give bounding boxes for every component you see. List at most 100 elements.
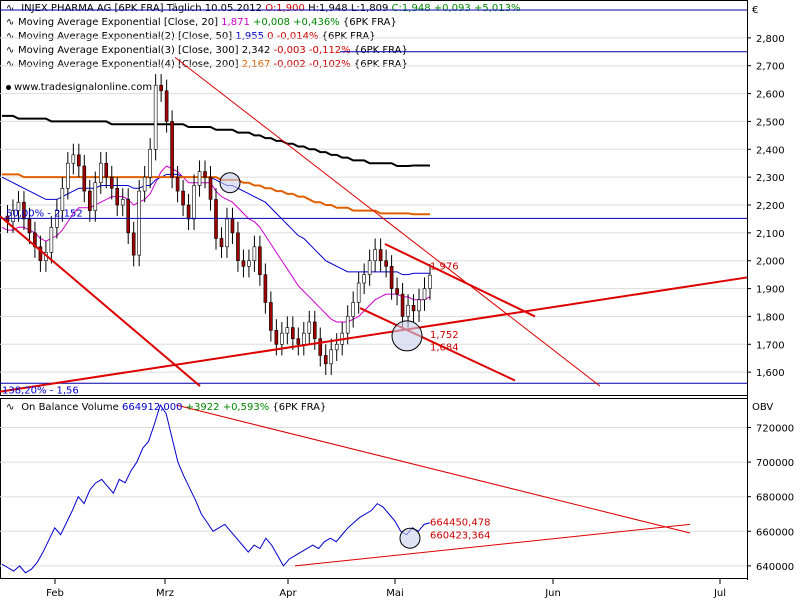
candle-body bbox=[186, 204, 191, 220]
highlight-circle bbox=[219, 172, 241, 194]
candle-body bbox=[115, 187, 120, 206]
candle-body bbox=[164, 90, 169, 122]
candle-body bbox=[395, 288, 399, 295]
watermark-text: www.tradesignalonline.com bbox=[14, 82, 153, 93]
obv-highlight-circle bbox=[399, 527, 421, 549]
obv-value: 664912,000 bbox=[122, 402, 183, 413]
x-tick-label: Jun bbox=[544, 588, 561, 599]
candle-body bbox=[236, 232, 240, 262]
y-tick-label: 1,900 bbox=[756, 285, 785, 296]
y-tick-label: 1,700 bbox=[756, 340, 785, 351]
candle-body bbox=[373, 249, 377, 262]
highlight-circle bbox=[391, 320, 423, 352]
y-tick-label: 2,200 bbox=[756, 201, 785, 212]
candle-body bbox=[87, 190, 92, 211]
candle-body bbox=[351, 302, 355, 317]
y-tick-label: 2,000 bbox=[756, 257, 785, 268]
candle-body bbox=[406, 304, 410, 317]
fib-bottom-label: 138,20% - 1,56 bbox=[2, 385, 79, 396]
price-plot-frame bbox=[0, 0, 748, 396]
y-tick-label: 1,600 bbox=[756, 368, 785, 379]
candle-body bbox=[131, 232, 136, 256]
candle-body bbox=[82, 165, 87, 192]
candle-body bbox=[203, 171, 207, 178]
candle-body bbox=[378, 249, 383, 262]
candle-body bbox=[274, 330, 279, 345]
candle-body bbox=[258, 246, 262, 275]
candle-body bbox=[159, 84, 163, 92]
candle-body bbox=[241, 260, 246, 267]
candle-body bbox=[137, 190, 141, 256]
level-1684-label: 1,684 bbox=[430, 343, 459, 354]
candle-body bbox=[170, 121, 174, 178]
obv-plot-frame bbox=[0, 398, 748, 579]
level-1752-label: 1,752 bbox=[430, 330, 459, 341]
candle-body bbox=[214, 199, 218, 239]
support-trendline bbox=[0, 276, 748, 393]
candle-body bbox=[181, 190, 185, 206]
candle-body bbox=[247, 260, 251, 267]
candle-body bbox=[356, 282, 361, 303]
candle-body bbox=[417, 299, 421, 312]
y-tick-label: 2,800 bbox=[756, 34, 785, 45]
candle-body bbox=[362, 274, 366, 284]
y-tick-label: 2,700 bbox=[756, 62, 785, 73]
candle-body bbox=[49, 226, 54, 253]
candle-body bbox=[197, 171, 202, 186]
watermark: www.tradesignalonline.com bbox=[6, 82, 152, 93]
obv-line bbox=[1, 403, 431, 574]
candle-body bbox=[219, 238, 224, 248]
candle-body bbox=[148, 148, 152, 178]
candle-body bbox=[428, 274, 432, 289]
candle-body bbox=[318, 338, 323, 356]
candle-body bbox=[296, 338, 301, 345]
obv-change: +3922 bbox=[185, 402, 220, 413]
x-tick-label: Feb bbox=[46, 588, 64, 599]
candle-body bbox=[109, 176, 114, 189]
x-tick-label: Apr bbox=[279, 588, 297, 599]
obv-label-2: 660423,364 bbox=[430, 531, 490, 542]
candle-body bbox=[225, 218, 229, 248]
obv-header: ∿ On Balance Volume 664912,000 +3922 +0,… bbox=[6, 402, 326, 414]
candle-body bbox=[400, 293, 405, 317]
candle-body bbox=[142, 176, 147, 192]
down-trendline-2 bbox=[174, 56, 601, 387]
obv-y-tick-label: 680000 bbox=[756, 493, 794, 504]
x-tick-label: Mrz bbox=[156, 588, 174, 599]
y-tick-label: 2,600 bbox=[756, 90, 785, 101]
candle-body bbox=[230, 218, 235, 234]
candle-body bbox=[367, 260, 372, 275]
candle-body bbox=[269, 302, 273, 331]
candle-body bbox=[252, 246, 257, 262]
candle-body bbox=[312, 321, 317, 340]
obv-y-tick-label: 660000 bbox=[756, 527, 794, 538]
candle-body bbox=[291, 327, 295, 340]
candle-body bbox=[77, 154, 81, 167]
obv-up-trendline bbox=[294, 523, 691, 567]
candle-body bbox=[323, 355, 328, 365]
level-1976-label: 1,976 bbox=[430, 261, 459, 272]
candle-body bbox=[60, 187, 65, 211]
y-tick-label: 2,400 bbox=[756, 145, 785, 156]
candle-body bbox=[71, 154, 76, 164]
ma-line-ema-300 bbox=[2, 114, 430, 167]
y-tick-label: 2,500 bbox=[756, 117, 785, 128]
line-chart-icon: ∿ bbox=[6, 402, 15, 413]
obv-label-1: 664450,478 bbox=[430, 518, 490, 529]
candle-body bbox=[126, 199, 131, 234]
fib-top-label: 50,00% - 2,152 bbox=[6, 208, 83, 219]
obv-axis-title: OBV bbox=[752, 402, 774, 413]
candle-body bbox=[307, 321, 312, 334]
obv-y-tick-label: 700000 bbox=[756, 458, 794, 469]
x-tick-label: Jul bbox=[713, 588, 726, 599]
candle-body bbox=[334, 343, 339, 351]
candle-body bbox=[301, 332, 306, 345]
candle-body bbox=[175, 176, 180, 192]
candle-body bbox=[27, 218, 32, 234]
candle-body bbox=[104, 162, 109, 178]
obv-y-tick-label: 720000 bbox=[756, 423, 794, 434]
y-tick-label: 2,100 bbox=[756, 229, 785, 240]
y-tick-label: 2,300 bbox=[756, 173, 785, 184]
candle-body bbox=[263, 274, 268, 303]
candle-body bbox=[66, 162, 70, 189]
